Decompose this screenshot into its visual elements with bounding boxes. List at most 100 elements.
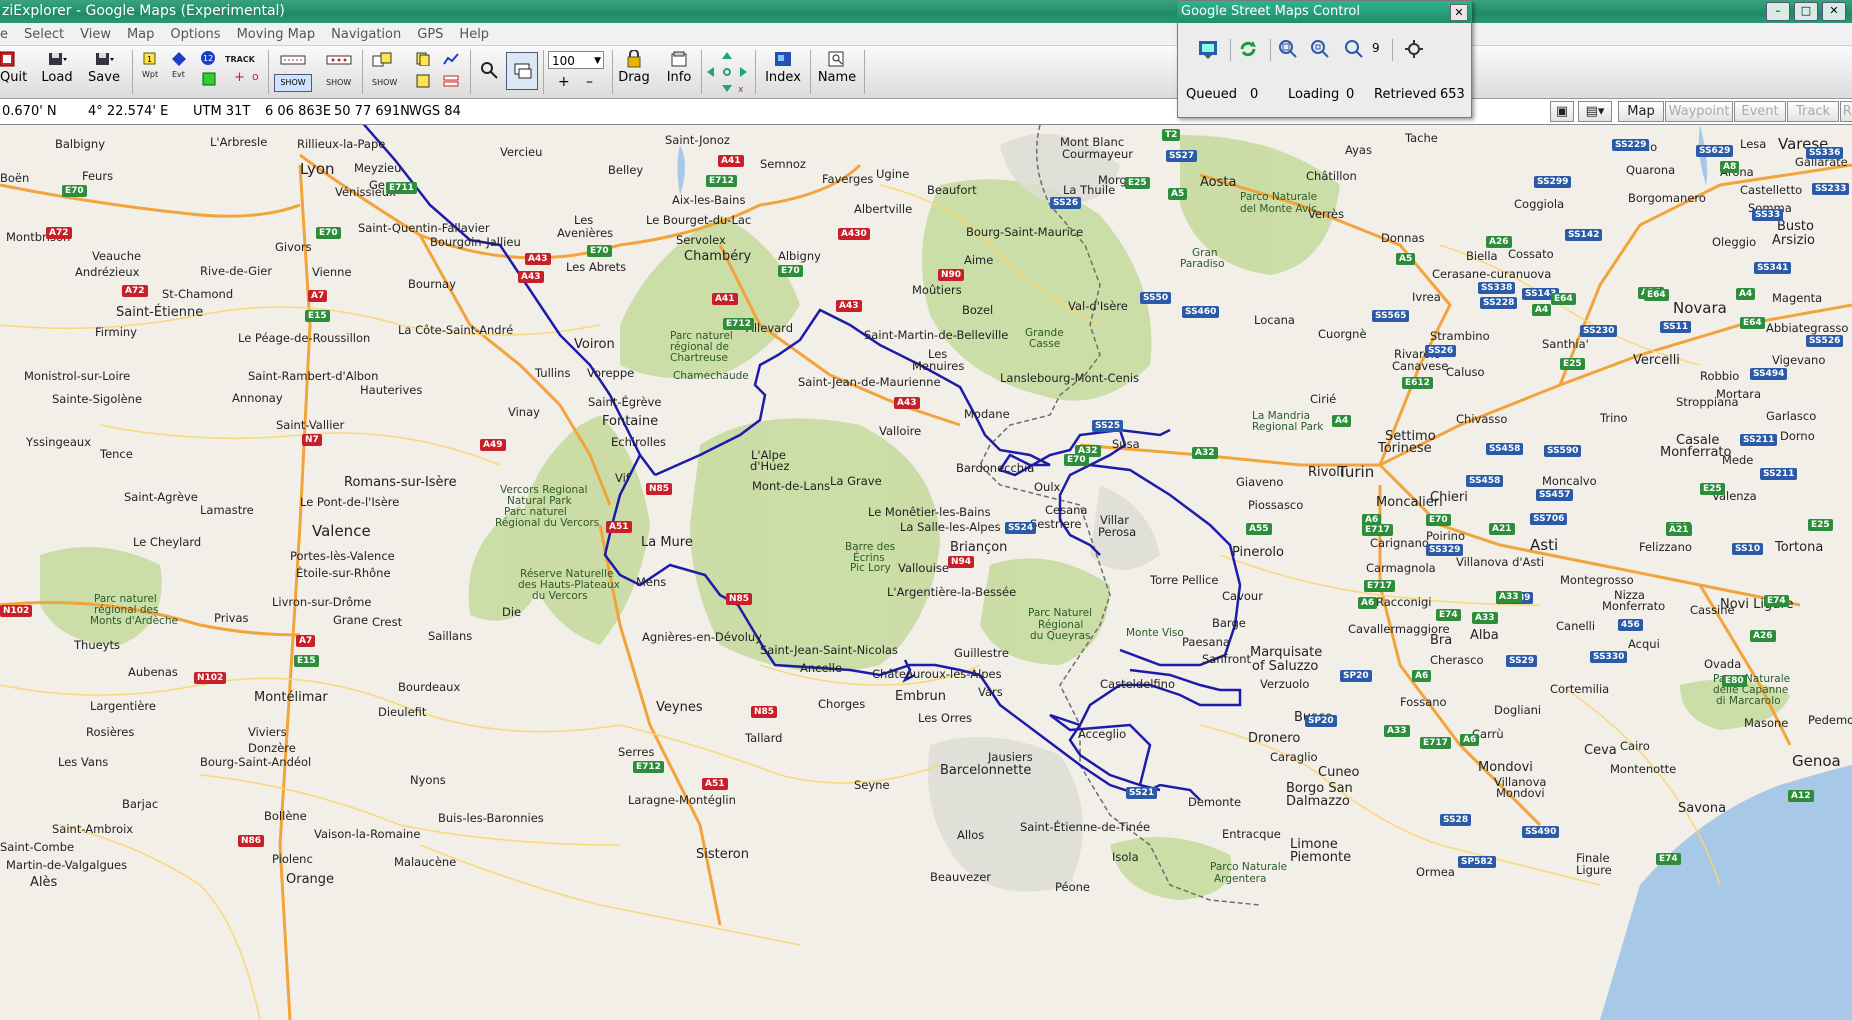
road-shield: A21 xyxy=(1666,524,1692,536)
place-label: Ovada xyxy=(1704,657,1742,671)
line-toggle-icon[interactable] xyxy=(280,54,306,66)
road-shield: SS229 xyxy=(1612,139,1650,151)
place-label: Mondovi xyxy=(1478,760,1533,775)
search-icon[interactable] xyxy=(479,60,499,80)
add-point-icon[interactable]: + xyxy=(234,70,245,85)
place-label: Sisteron xyxy=(696,847,749,862)
index-button[interactable]: Index xyxy=(760,50,806,85)
place-label: Dieulefit xyxy=(378,705,427,719)
track-label[interactable]: TRACK xyxy=(225,55,255,64)
map-view-icon[interactable]: ▣ xyxy=(1550,101,1574,122)
road-shield: SS629 xyxy=(1696,145,1734,157)
road-shield: E711 xyxy=(386,182,417,194)
place-label: Menuires xyxy=(912,359,965,373)
separator xyxy=(1392,39,1393,61)
tab-event[interactable]: Event xyxy=(1734,101,1786,122)
save-button[interactable]: Save xyxy=(87,50,121,85)
zoom-grid-in-icon[interactable] xyxy=(1274,35,1302,63)
place-label: Jausiers xyxy=(988,750,1033,764)
save-map-icon[interactable]: ▤▾ xyxy=(1578,101,1612,122)
refresh-icon[interactable] xyxy=(1234,35,1262,63)
latitude-readout: 0.670' N xyxy=(2,104,57,119)
menu-navigation[interactable]: Navigation xyxy=(323,27,409,42)
coordinate-statusbar: 0.670' N 4° 22.574' E UTM 31T 6 06 863E … xyxy=(0,99,1852,125)
zoom-in-button[interactable]: + xyxy=(558,74,570,90)
minimize-button[interactable]: – xyxy=(1766,2,1790,21)
menu-select[interactable]: Select xyxy=(16,27,72,42)
drag-button[interactable]: Drag xyxy=(617,50,651,85)
menu-help[interactable]: Help xyxy=(451,27,497,42)
tab-route[interactable]: Ro xyxy=(1840,101,1852,122)
map-square-icon[interactable] xyxy=(202,72,216,86)
menu-view[interactable]: View xyxy=(72,27,119,42)
road-shield: N102 xyxy=(0,605,33,617)
load-button[interactable]: Load xyxy=(40,50,74,85)
place-label: Chorges xyxy=(818,697,866,711)
road-shield: E70 xyxy=(62,185,87,197)
name-search-button[interactable]: Name xyxy=(814,50,860,85)
menu-gps[interactable]: GPS xyxy=(409,27,451,42)
menu-options[interactable]: Options xyxy=(162,27,228,42)
place-label: Les Orres xyxy=(918,711,973,725)
waypoint-props-icon[interactable] xyxy=(416,74,430,88)
waypoint-list-icon[interactable] xyxy=(416,52,430,66)
close-button[interactable]: ✕ xyxy=(1822,2,1846,21)
place-label: Cerasane-curanuova xyxy=(1432,267,1552,281)
settings-icon[interactable] xyxy=(1400,35,1428,63)
track-profile-icon[interactable] xyxy=(372,52,394,68)
quit-button[interactable]: Quit xyxy=(0,50,27,85)
place-label: Paradiso xyxy=(1180,258,1225,270)
place-label: Casteldelfino xyxy=(1100,677,1175,691)
dots-toggle-icon[interactable] xyxy=(326,54,352,66)
zoom-out-button[interactable]: – xyxy=(586,74,593,90)
place-label: Allos xyxy=(957,828,985,842)
place-label: Isola xyxy=(1112,850,1139,864)
tab-waypoint[interactable]: Waypoint xyxy=(1665,101,1733,122)
road-shield: E25 xyxy=(1125,177,1150,189)
place-label: Piemonte xyxy=(1290,850,1352,865)
event-icon[interactable] xyxy=(172,52,186,66)
waypoint-icon[interactable]: 1 xyxy=(143,52,157,66)
route-number-icon[interactable]: 12 xyxy=(200,50,216,66)
place-label: Largentière xyxy=(90,699,156,713)
menu-file[interactable]: e xyxy=(0,27,16,42)
place-label: Canelli xyxy=(1556,619,1596,633)
place-label: Val-d'Isère xyxy=(1068,299,1128,313)
zoom-select[interactable]: 100 ▼ xyxy=(548,51,604,69)
road-shield: SS458 xyxy=(1466,475,1504,487)
zoom-level-icon[interactable] xyxy=(1340,35,1368,63)
street-maps-close-button[interactable]: ✕ xyxy=(1450,4,1468,21)
place-label: Oulx xyxy=(1034,480,1061,494)
toolbar-separator xyxy=(755,50,756,94)
menu-moving-map[interactable]: Moving Map xyxy=(229,27,324,42)
download-map-icon[interactable] xyxy=(1194,35,1222,63)
place-label: Boën xyxy=(0,171,30,185)
info-button[interactable]: Info xyxy=(662,50,696,85)
tab-map[interactable]: Map xyxy=(1618,101,1664,122)
maximize-button[interactable]: □ xyxy=(1794,2,1818,21)
place-label: Saint-Étienne-de-Tinée xyxy=(1020,820,1151,834)
place-label: Quarona xyxy=(1626,163,1676,177)
circle-point-icon[interactable]: o xyxy=(252,70,259,83)
pan-arrows-icon[interactable]: x xyxy=(705,50,749,94)
screen-select-button[interactable] xyxy=(506,52,538,90)
place-label: Livron-sur-Drôme xyxy=(272,595,372,609)
menu-map[interactable]: Map xyxy=(119,27,162,42)
svg-text:1: 1 xyxy=(147,55,152,64)
place-label: Die xyxy=(502,605,522,619)
show-toggle-1[interactable]: SHOW xyxy=(274,74,312,92)
load-label: Load xyxy=(41,70,73,85)
map-canvas[interactable]: Balbigny L'Arbresle Rillieux-la-Pape Vercie… xyxy=(0,125,1852,1020)
place-label: Saint-Étienne xyxy=(116,305,204,320)
show-toggle-3[interactable]: SHOW xyxy=(372,78,397,87)
track-graph-icon[interactable] xyxy=(443,52,459,66)
road-shield: E64 xyxy=(1740,317,1765,329)
show-toggle-2[interactable]: SHOW xyxy=(326,78,351,87)
place-label: Firminy xyxy=(95,325,137,339)
place-label: Lamastre xyxy=(200,503,254,517)
zoom-grid-out-icon[interactable] xyxy=(1306,35,1334,63)
track-props-icon[interactable] xyxy=(443,74,459,88)
place-label: Ligure xyxy=(1576,863,1612,877)
road-shield: E717 xyxy=(1364,580,1395,592)
tab-track[interactable]: Track xyxy=(1787,101,1839,122)
